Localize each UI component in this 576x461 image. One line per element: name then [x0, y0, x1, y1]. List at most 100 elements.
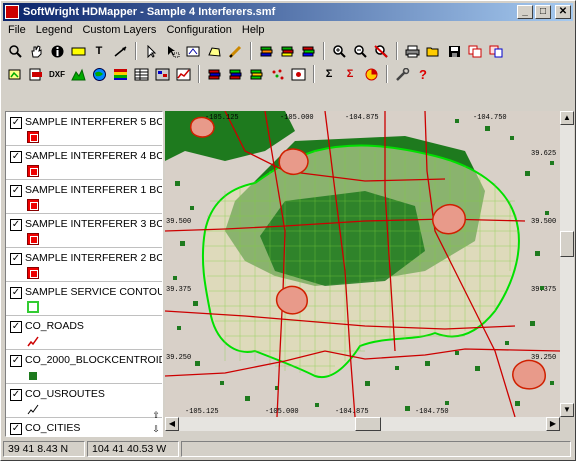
- minimize-button[interactable]: _: [517, 5, 533, 19]
- grid-icon[interactable]: [152, 64, 172, 84]
- dxf-button[interactable]: DXF: [47, 64, 67, 84]
- maximize-button[interactable]: □: [535, 5, 551, 19]
- import-icon[interactable]: [26, 64, 46, 84]
- layer-checkbox[interactable]: ✓: [10, 185, 22, 197]
- legend-layer[interactable]: ✓SAMPLE INTERFERER 1 BC CT: [6, 180, 162, 214]
- pan-hand-icon[interactable]: [26, 41, 46, 61]
- new-layer-icon[interactable]: [5, 64, 25, 84]
- select-icon[interactable]: [162, 41, 182, 61]
- layer-name: SAMPLE INTERFERER 5 BC CT: [25, 116, 163, 128]
- contour-icon[interactable]: [225, 64, 245, 84]
- wrench-icon[interactable]: [392, 64, 412, 84]
- layer-checkbox[interactable]: ✓: [10, 355, 22, 367]
- map-label-bottom: -104.750: [415, 408, 449, 416]
- layer-name: SAMPLE INTERFERER 2 BC CT: [25, 252, 163, 264]
- map-horizontal-scrollbar[interactable]: ◀ ▶: [165, 417, 560, 431]
- statistics-icon[interactable]: [361, 64, 381, 84]
- interferer-icon[interactable]: [204, 64, 224, 84]
- legend-layer[interactable]: ✓SAMPLE INTERFERER 4 BC CT: [6, 146, 162, 180]
- legend-scroll-down-icon[interactable]: ⇩: [151, 425, 161, 434]
- scroll-right-button[interactable]: ▶: [546, 417, 560, 431]
- toolbar-separator: [250, 42, 252, 60]
- print-icon[interactable]: [402, 41, 422, 61]
- layer-name: SAMPLE INTERFERER 4 BC CT: [25, 150, 163, 162]
- measure-icon[interactable]: [110, 41, 130, 61]
- export-icon[interactable]: [486, 41, 506, 61]
- layer-checkbox[interactable]: ✓: [10, 151, 22, 163]
- toolbar-separator: [396, 42, 398, 60]
- map-label-right: 39.500: [531, 218, 556, 226]
- draw-icon[interactable]: [183, 41, 203, 61]
- layer-checkbox[interactable]: ✓: [10, 423, 22, 435]
- sigma-filter-button[interactable]: Σ: [340, 64, 360, 84]
- layers-color-icon[interactable]: [298, 41, 318, 61]
- map-canvas[interactable]: -105.125 -105.000 -104.875 -104.750 -105…: [165, 111, 560, 417]
- layer-checkbox[interactable]: ✓: [10, 117, 22, 129]
- interferer-symbol-icon: [27, 131, 39, 143]
- site-icon[interactable]: [288, 64, 308, 84]
- window-title: SoftWright HDMapper - Sample 4 Interfere…: [23, 6, 276, 18]
- zoom-cancel-icon[interactable]: [371, 41, 391, 61]
- points-icon[interactable]: [267, 64, 287, 84]
- legend-layer[interactable]: ✓SAMPLE INTERFERER 2 BC CT: [6, 248, 162, 282]
- layer-checkbox[interactable]: ✓: [10, 389, 22, 401]
- menu-file[interactable]: File: [3, 24, 31, 36]
- scroll-left-button[interactable]: ◀: [165, 417, 179, 431]
- close-button[interactable]: ✕: [555, 5, 571, 19]
- info-icon[interactable]: [47, 41, 67, 61]
- horizontal-scroll-thumb[interactable]: [355, 417, 381, 431]
- layer-checkbox[interactable]: ✓: [10, 321, 22, 333]
- vertical-scroll-thumb[interactable]: [560, 231, 574, 257]
- label-icon[interactable]: [68, 41, 88, 61]
- menu-help[interactable]: Help: [237, 24, 270, 36]
- help-button[interactable]: ?: [413, 64, 433, 84]
- graph-icon[interactable]: [173, 64, 193, 84]
- scroll-up-button[interactable]: ▲: [560, 111, 574, 125]
- layers-edit-icon[interactable]: [277, 41, 297, 61]
- rainbow-icon[interactable]: [110, 64, 130, 84]
- interferer-symbol-icon: [27, 165, 39, 177]
- pencil-icon[interactable]: [225, 41, 245, 61]
- toolbar-separator: [323, 42, 325, 60]
- layer-checkbox[interactable]: ✓: [10, 253, 22, 265]
- status-latitude: 39 41 8.43 N: [3, 441, 85, 457]
- legend-layer[interactable]: ✓CO_2000_BLOCKCENTROID_PO: [6, 350, 162, 384]
- text-tool-icon[interactable]: T: [89, 41, 109, 61]
- legend-scroll-up-icon[interactable]: ⇧: [151, 411, 161, 420]
- select-area-icon[interactable]: [204, 41, 224, 61]
- map-label-right: 39.250: [531, 354, 556, 362]
- zoom-out-icon[interactable]: [350, 41, 370, 61]
- layer-checkbox[interactable]: ✓: [10, 287, 22, 299]
- road-symbol-icon: [27, 336, 39, 347]
- coverage-icon[interactable]: [246, 64, 266, 84]
- legend-layer[interactable]: ✓ CO_CITIES: [6, 418, 162, 436]
- menu-custom-layers[interactable]: Custom Layers: [77, 24, 161, 36]
- layer-name: CO_USROUTES: [25, 388, 105, 400]
- menu-legend[interactable]: Legend: [31, 24, 78, 36]
- app-icon[interactable]: [5, 5, 19, 19]
- interferer-symbol-icon: [27, 267, 39, 279]
- layers-icon[interactable]: [256, 41, 276, 61]
- map-vertical-scrollbar[interactable]: ▲ ▼: [560, 111, 574, 417]
- zoom-in-icon[interactable]: [329, 41, 349, 61]
- save-icon[interactable]: [444, 41, 464, 61]
- map-view[interactable]: -105.125 -105.000 -104.875 -104.750 -105…: [165, 111, 560, 417]
- terrain-icon[interactable]: [68, 64, 88, 84]
- globe-icon[interactable]: [89, 64, 109, 84]
- legend-layer[interactable]: ✓ CO_USROUTES: [6, 384, 162, 418]
- scroll-down-button[interactable]: ▼: [560, 403, 574, 417]
- menu-configuration[interactable]: Configuration: [161, 24, 236, 36]
- sigma-button[interactable]: Σ: [319, 64, 339, 84]
- legend-panel: ✓SAMPLE INTERFERER 5 BC CT ✓SAMPLE INTER…: [5, 111, 163, 437]
- copy-icon[interactable]: [465, 41, 485, 61]
- legend-layer[interactable]: ✓ CO_ROADS: [6, 316, 162, 350]
- pointer-icon[interactable]: [141, 41, 161, 61]
- legend-layer[interactable]: ✓SAMPLE SERVICE CONTOUR B: [6, 282, 162, 316]
- layer-checkbox[interactable]: ✓: [10, 219, 22, 231]
- open-icon[interactable]: [423, 41, 443, 61]
- legend-layer[interactable]: ✓SAMPLE INTERFERER 5 BC CT: [6, 112, 162, 146]
- table-icon[interactable]: [131, 64, 151, 84]
- map-label-left: 39.500: [166, 218, 191, 226]
- zoom-region-icon[interactable]: [5, 41, 25, 61]
- legend-layer[interactable]: ✓SAMPLE INTERFERER 3 BC CT: [6, 214, 162, 248]
